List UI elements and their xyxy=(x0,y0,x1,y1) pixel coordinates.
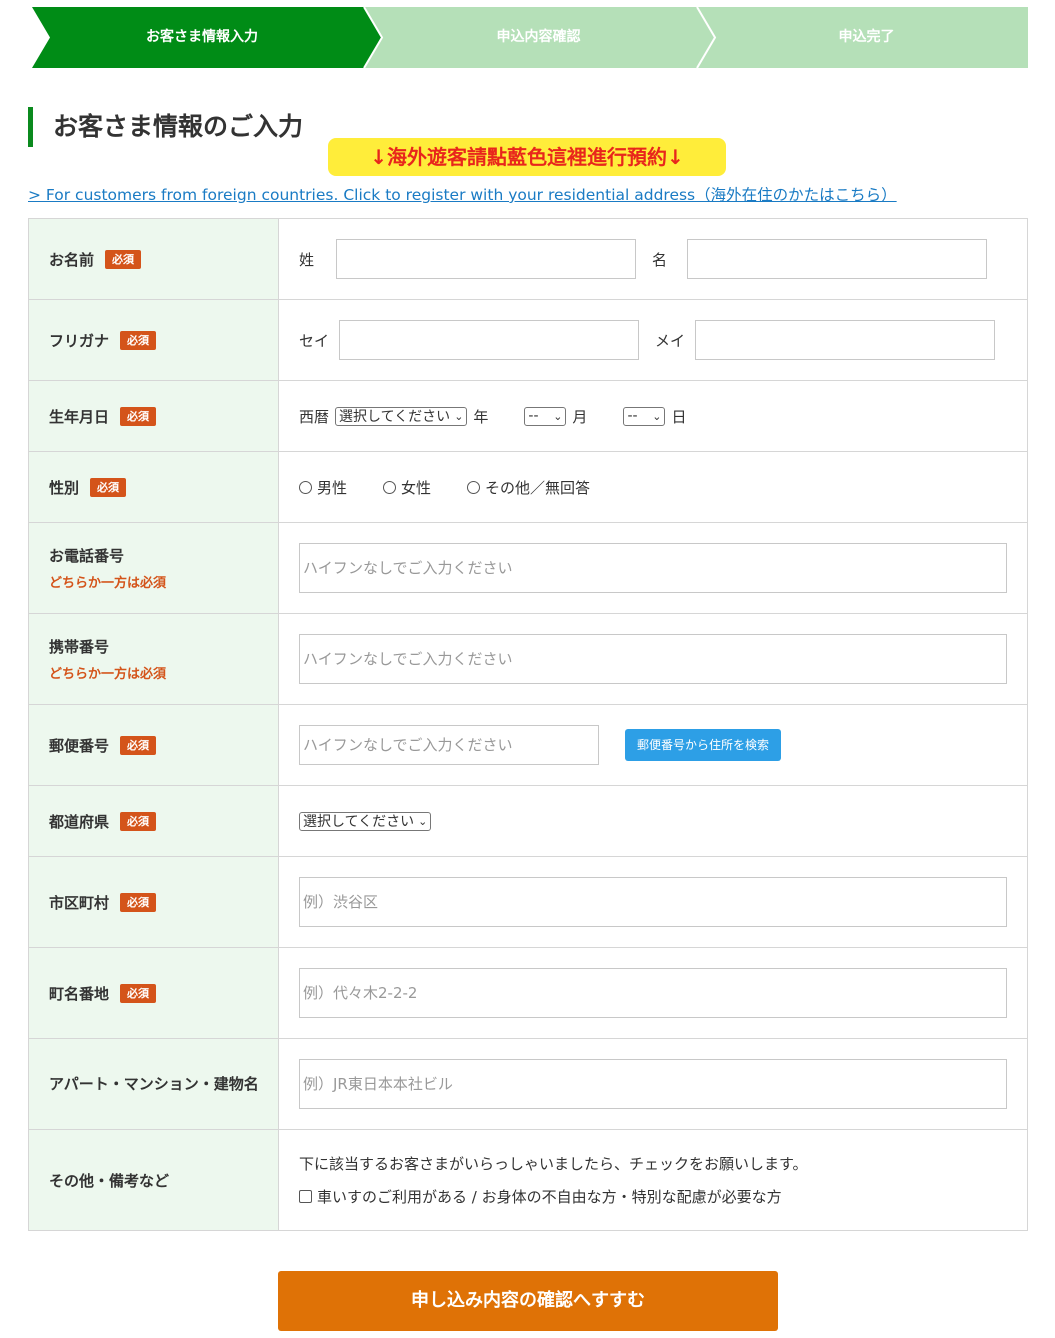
checkbox-icon xyxy=(299,1190,312,1203)
other-note: 下に該当するお客さまがいらっしゃいましたら、チェックをお願いします。 xyxy=(299,1155,808,1173)
required-badge: 必須 xyxy=(120,811,157,831)
row-name: お名前 必須 姓 名 xyxy=(29,219,1027,300)
required-badge: 必須 xyxy=(120,735,157,755)
foreign-visitor-notice: ↓海外遊客請點藍色這裡進行預約↓ xyxy=(328,138,726,176)
gender-female-label: 女性 xyxy=(401,478,432,497)
wheelchair-checkbox[interactable]: 車いすのご利用がある / お身体の不自由な方・特別な配慮が必要な方 xyxy=(299,1186,782,1207)
street-input[interactable] xyxy=(299,968,1007,1018)
other-label: その他・備考など xyxy=(49,1171,170,1190)
step-customer-info: お客さま情報入力 xyxy=(146,29,258,45)
mobile-label: 携帯番号 xyxy=(49,638,110,656)
customer-info-form: お名前 必須 姓 名 フリガナ 必須 セイ メイ 生年月日 必須 西暦 選択してくださ… xyxy=(28,218,1028,1231)
birth-day-value: -- xyxy=(627,408,638,424)
step-complete: 申込完了 xyxy=(838,29,895,45)
foreign-customer-link[interactable]: > For customers from foreign countries. … xyxy=(28,183,897,205)
year-unit: 年 xyxy=(473,407,489,426)
kana-label: フリガナ xyxy=(49,331,110,350)
gender-female-radio[interactable]: 女性 xyxy=(383,477,431,498)
chevron-down-icon: ⌄ xyxy=(553,409,563,423)
required-badge: 必須 xyxy=(105,249,142,269)
prefecture-label: 都道府県 xyxy=(49,812,110,831)
required-badge: 必須 xyxy=(120,983,157,1003)
birth-day-select[interactable]: -- ⌄ xyxy=(623,406,666,426)
chevron-down-icon: ⌄ xyxy=(652,409,662,423)
prefecture-select[interactable]: 選択してください ⌄ xyxy=(299,811,432,831)
building-label: アパート・マンション・建物名 xyxy=(49,1075,259,1093)
first-kana-label: メイ xyxy=(655,331,686,350)
row-building: アパート・マンション・建物名 xyxy=(29,1039,1027,1130)
day-unit: 日 xyxy=(671,407,687,426)
first-name-label: 名 xyxy=(652,250,668,269)
city-input[interactable] xyxy=(299,877,1007,927)
last-name-label: 姓 xyxy=(299,250,315,269)
required-badge: 必須 xyxy=(90,477,127,497)
chevron-down-icon: ⌄ xyxy=(454,409,464,423)
either-required-note: どちらか一方は必須 xyxy=(49,667,167,682)
birth-year-select[interactable]: 選択してください ⌄ xyxy=(335,406,468,426)
radio-icon xyxy=(383,480,397,494)
last-kana-label: セイ xyxy=(299,331,330,350)
name-label: お名前 xyxy=(49,250,95,269)
zip-label: 郵便番号 xyxy=(49,736,110,755)
gender-other-label: その他／無回答 xyxy=(485,478,591,497)
row-kana: フリガナ 必須 セイ メイ xyxy=(29,300,1027,381)
row-birthdate: 生年月日 必須 西暦 選択してください ⌄ 年 -- ⌄ 月 -- ⌄ 日 xyxy=(29,381,1027,452)
city-label: 市区町村 xyxy=(49,893,110,912)
gender-label: 性別 xyxy=(49,478,80,497)
birth-month-select[interactable]: -- ⌄ xyxy=(524,406,567,426)
row-prefecture: 都道府県 必須 選択してください ⌄ xyxy=(29,786,1027,857)
chevron-down-icon: ⌄ xyxy=(418,814,428,828)
zip-search-button[interactable]: 郵便番号から住所を検索 xyxy=(625,729,782,761)
wheelchair-checkbox-label: 車いすのご利用がある / お身体の不自由な方・特別な配慮が必要な方 xyxy=(317,1188,782,1206)
radio-icon xyxy=(467,480,481,494)
first-name-input[interactable] xyxy=(687,239,988,279)
first-kana-input[interactable] xyxy=(695,320,996,360)
required-badge: 必須 xyxy=(120,892,157,912)
last-name-input[interactable] xyxy=(336,239,637,279)
progress-stepper: お客さま情報入力 申込内容確認 申込完了 xyxy=(32,7,1028,68)
step-confirm: 申込内容確認 xyxy=(496,29,581,45)
row-phone: お電話番号 どちらか一方は必須 xyxy=(29,523,1027,614)
gender-other-radio[interactable]: その他／無回答 xyxy=(467,477,590,498)
street-label: 町名番地 xyxy=(49,984,110,1003)
phone-input[interactable] xyxy=(299,543,1007,593)
zip-input[interactable] xyxy=(299,725,599,765)
building-input[interactable] xyxy=(299,1059,1007,1109)
prefecture-value: 選択してください xyxy=(303,814,415,830)
row-mobile: 携帯番号 どちらか一方は必須 xyxy=(29,614,1027,705)
row-city: 市区町村 必須 xyxy=(29,857,1027,948)
required-badge: 必須 xyxy=(120,406,157,426)
row-street: 町名番地 必須 xyxy=(29,948,1027,1039)
birth-label: 生年月日 xyxy=(49,407,110,426)
last-kana-input[interactable] xyxy=(339,320,640,360)
month-unit: 月 xyxy=(572,407,588,426)
row-other: その他・備考など 下に該当するお客さまがいらっしゃいましたら、チェックをお願いし… xyxy=(29,1130,1027,1231)
mobile-input[interactable] xyxy=(299,634,1007,684)
row-zip: 郵便番号必須 郵便番号から住所を検索 xyxy=(29,705,1027,786)
row-gender: 性別 必須 男性 女性 その他／無回答 xyxy=(29,452,1027,523)
page-title: お客さま情報のご入力 xyxy=(28,107,303,147)
required-badge: 必須 xyxy=(120,330,157,350)
submit-button[interactable]: 申し込み内容の確認へすすむ xyxy=(278,1271,778,1331)
birth-year-value: 選択してください xyxy=(339,409,451,425)
gender-male-label: 男性 xyxy=(317,478,348,497)
gender-male-radio[interactable]: 男性 xyxy=(299,477,347,498)
either-required-note: どちらか一方は必須 xyxy=(49,576,167,591)
birth-month-value: -- xyxy=(528,408,539,424)
phone-label: お電話番号 xyxy=(49,547,125,565)
radio-icon xyxy=(299,480,312,494)
era-label: 西暦 xyxy=(299,407,330,426)
